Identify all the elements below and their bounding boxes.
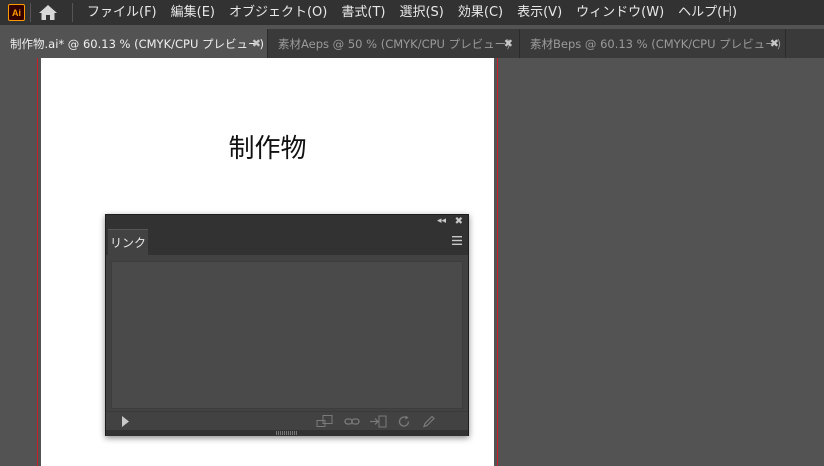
panel-footer (106, 411, 468, 430)
play-icon[interactable] (121, 415, 130, 428)
menu-edit[interactable]: 編集(E) (164, 0, 222, 25)
panel-tab-row: リンク (106, 228, 468, 255)
relink-from-library-icon[interactable] (316, 415, 334, 428)
menu-help[interactable]: ヘルプ(H) (671, 0, 744, 25)
relink-icon[interactable] (344, 415, 360, 428)
illustrator-logo-icon[interactable]: Ai (8, 4, 25, 21)
document-tab-bar: 制作物.ai* @ 60.13 % (CMYK/CPU プレビュー) ✖ 素材A… (0, 29, 824, 58)
panel-menu-icon[interactable] (452, 236, 462, 245)
menu-divider (72, 3, 73, 22)
menu-divider (30, 3, 31, 22)
tab-label: 素材Beps @ 60.13 % (CMYK/CPU プレビュー) (530, 36, 782, 51)
panel-resize-handle[interactable] (106, 430, 468, 436)
bleed-guide-left (37, 58, 38, 466)
tab-label: 素材Aeps @ 50 % (CMYK/CPU プレビュー) (278, 36, 511, 51)
resize-grip-icon[interactable] (276, 431, 298, 435)
links-list[interactable] (111, 261, 463, 409)
tab-links[interactable]: リンク (108, 229, 148, 255)
tab-sozai-a[interactable]: 素材Aeps @ 50 % (CMYK/CPU プレビュー) ✖ (268, 29, 520, 58)
tab-seisakubutsu[interactable]: 制作物.ai* @ 60.13 % (CMYK/CPU プレビュー) ✖ (0, 29, 268, 58)
tab-sozai-b[interactable]: 素材Beps @ 60.13 % (CMYK/CPU プレビュー) ✖ (520, 29, 786, 58)
tab-label: 制作物.ai* @ 60.13 % (CMYK/CPU プレビュー) (10, 36, 265, 51)
menu-view[interactable]: 表示(V) (510, 0, 569, 25)
tab-close-icon[interactable]: ✖ (770, 37, 779, 50)
menu-window[interactable]: ウィンドウ(W) (569, 0, 671, 25)
close-panel-icon[interactable]: ✖ (455, 215, 463, 228)
update-link-icon[interactable] (397, 415, 411, 428)
panel-title-bar[interactable]: ◂◂ ✖ (106, 215, 468, 228)
artboard-title-text[interactable]: 制作物 (41, 128, 494, 165)
tab-close-icon[interactable]: ✖ (504, 37, 513, 50)
panel-body (106, 255, 468, 411)
menu-type[interactable]: 書式(T) (334, 0, 392, 25)
tab-close-icon[interactable]: ✖ (252, 37, 261, 50)
menu-select[interactable]: 選択(S) (392, 0, 450, 25)
links-panel: ◂◂ ✖ リンク (105, 214, 469, 436)
menu-file[interactable]: ファイル(F) (80, 0, 164, 25)
edit-original-icon[interactable] (422, 415, 436, 428)
menu-items: ファイル(F) 編集(E) オブジェクト(O) 書式(T) 選択(S) 効果(C… (80, 0, 744, 25)
bleed-guide-right (497, 58, 498, 466)
menu-bar: Ai ファイル(F) 編集(E) オブジェクト(O) 書式(T) 選択(S) 効… (0, 0, 824, 25)
tab-bar-filler (786, 29, 824, 58)
collapse-panel-icon[interactable]: ◂◂ (437, 215, 446, 228)
home-icon[interactable] (37, 4, 59, 21)
go-to-link-icon[interactable] (369, 415, 387, 428)
menu-divider (729, 3, 730, 22)
menu-effect[interactable]: 効果(C) (451, 0, 510, 25)
menu-object[interactable]: オブジェクト(O) (222, 0, 334, 25)
